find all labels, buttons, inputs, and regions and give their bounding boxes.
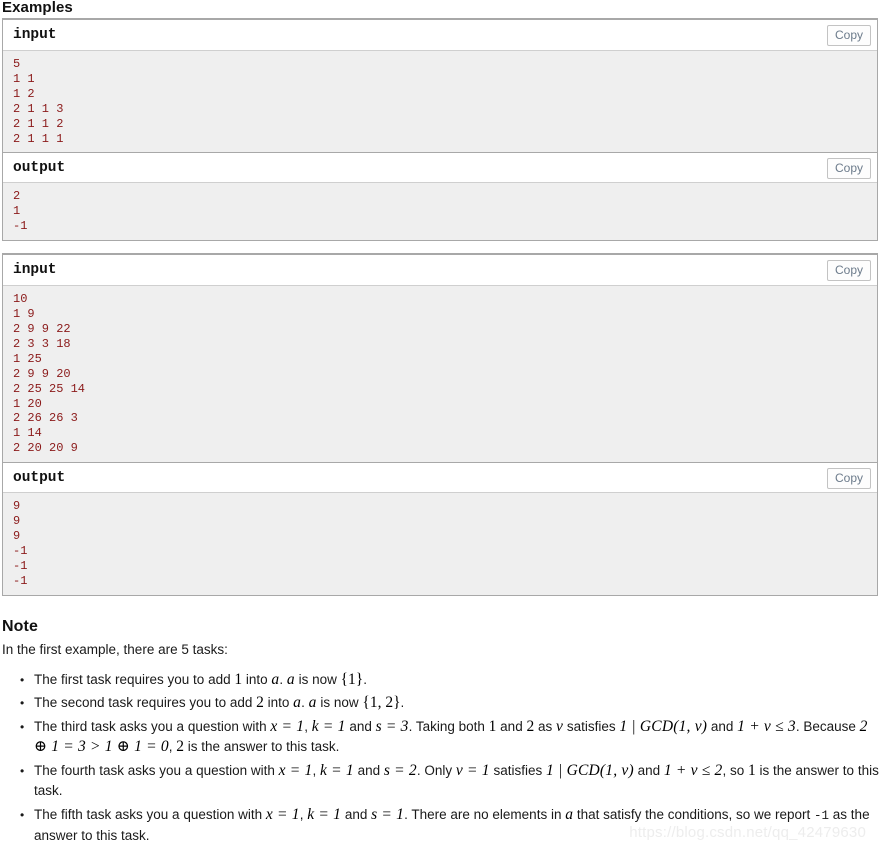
- copy-output-button-1[interactable]: Copy: [826, 158, 871, 180]
- math-eq: k = 1: [307, 805, 342, 823]
- text: The fourth task asks you a question with: [34, 762, 279, 778]
- text: and: [341, 806, 372, 822]
- text: into: [263, 695, 294, 711]
- math-eq: x = 1: [278, 761, 313, 779]
- note-heading: Note: [2, 617, 38, 635]
- text: .: [363, 671, 367, 687]
- math-eq: k = 1: [311, 717, 346, 735]
- input-data-1: 5 1 1 1 2 2 1 1 3 2 1 1 2 2 1 1 1: [3, 51, 877, 153]
- math-value: 1: [234, 670, 243, 688]
- text: is the answer to this task.: [184, 739, 340, 755]
- math-eq: s = 2: [383, 761, 417, 779]
- input-label-1: input: [13, 27, 57, 43]
- output-title-2: output Copy: [3, 462, 877, 494]
- output-data-2: 9 9 9 -1 -1 -1: [3, 493, 877, 595]
- sample-test-2: input Copy 10 1 9 2 9 9 22 2 3 3 18 1 25…: [2, 253, 878, 596]
- output-section-2: output Copy 9 9 9 -1 -1 -1: [3, 462, 877, 595]
- math-set: {1}: [340, 670, 364, 688]
- math-eq: x = 1: [265, 805, 300, 823]
- math-value: 2: [256, 694, 264, 712]
- input-label-2: input: [13, 262, 57, 279]
- text: . Only: [416, 762, 456, 778]
- note-bullet-list: The first task requires you to add 1 int…: [0, 670, 882, 847]
- text: that satisfy the conditions, so we repor…: [573, 806, 815, 822]
- watermark: https://blog.csdn.net/qq_42479630: [629, 823, 866, 841]
- text: .: [279, 671, 287, 687]
- math-divides-gcd: 1 | GCD(1, v): [546, 761, 634, 779]
- math-divides-gcd: 1 | GCD(1, v): [619, 717, 708, 735]
- text: and: [353, 762, 384, 778]
- math-set: {1, 2}: [362, 694, 401, 712]
- math-var: a: [286, 670, 295, 688]
- math-inequality: 1 + v ≤ 2: [663, 761, 723, 779]
- input-title-2: input Copy: [3, 255, 877, 287]
- text: The fifth task asks you a question with: [34, 806, 266, 822]
- text: . Because: [795, 718, 860, 734]
- problem-statement-page: Examples input Copy 5 1 1 1 2 2 1 1 3 2 …: [0, 0, 882, 847]
- note-intro: In the first example, there are 5 tasks:: [2, 641, 228, 657]
- input-data-2: 10 1 9 2 9 9 22 2 3 3 18 1 25 2 9 9 20 2…: [3, 286, 877, 463]
- text: satisfies: [563, 718, 620, 734]
- math-eq: v = 1: [455, 761, 490, 779]
- text: into: [242, 671, 272, 687]
- text: and: [633, 762, 664, 778]
- output-section-1: output Copy 2 1 -1: [3, 152, 877, 241]
- output-title-1: output Copy: [3, 152, 877, 184]
- copy-input-button-2[interactable]: Copy: [826, 260, 871, 282]
- text: and: [496, 718, 527, 734]
- text: satisfies: [489, 762, 547, 778]
- text: ,: [312, 762, 320, 778]
- math-var: a: [308, 694, 317, 712]
- text: , so: [722, 762, 749, 778]
- note-bullet-3: The third task asks you a question with …: [20, 717, 882, 758]
- math-inequality: 1 + v ≤ 3: [737, 717, 796, 735]
- text: The first task requires you to add: [34, 671, 235, 687]
- text: .: [301, 695, 309, 711]
- copy-input-button-1[interactable]: Copy: [826, 25, 871, 46]
- text: as: [534, 718, 556, 734]
- math-value: 2: [176, 738, 185, 756]
- code-value: -1: [814, 808, 830, 823]
- text: . Taking both: [408, 718, 489, 734]
- sample-test-1: input Copy 5 1 1 1 2 2 1 1 3 2 1 1 2 2 1…: [2, 18, 878, 242]
- output-data-1: 2 1 -1: [3, 183, 877, 241]
- text: is now: [316, 695, 363, 711]
- text: The second task requires you to add: [34, 695, 257, 711]
- text: . There are no elements in: [404, 806, 566, 822]
- copy-output-button-2[interactable]: Copy: [826, 468, 871, 490]
- text: is now: [294, 671, 341, 687]
- math-var: v: [555, 717, 564, 735]
- math-var: a: [565, 805, 574, 823]
- input-title-1: input Copy: [3, 20, 877, 51]
- note-bullet-2: The second task requires you to add 2 in…: [20, 693, 882, 714]
- examples-heading: Examples: [2, 0, 73, 16]
- math-eq: x = 1: [270, 717, 305, 735]
- input-section-2: input Copy 10 1 9 2 9 9 22 2 3 3 18 1 25…: [3, 255, 877, 463]
- math-eq: s = 1: [371, 805, 405, 823]
- sample-tests: input Copy 5 1 1 1 2 2 1 1 3 2 1 1 2 2 1…: [2, 18, 878, 596]
- text: and: [345, 718, 376, 734]
- output-label-1: output: [13, 160, 66, 177]
- math-value: 1: [748, 761, 756, 779]
- note-bullet-1: The first task requires you to add 1 int…: [20, 670, 882, 691]
- text: and: [707, 718, 738, 734]
- text: .: [400, 695, 405, 711]
- math-eq: k = 1: [320, 761, 354, 779]
- math-eq: s = 3: [375, 717, 409, 735]
- output-label-2: output: [13, 470, 66, 487]
- input-section-1: input Copy 5 1 1 1 2 2 1 1 3 2 1 1 2 2 1…: [3, 20, 877, 153]
- text: The third task asks you a question with: [34, 718, 271, 734]
- math-var: a: [293, 694, 302, 712]
- note-bullet-4: The fourth task asks you a question with…: [20, 761, 882, 802]
- text: ,: [304, 718, 312, 734]
